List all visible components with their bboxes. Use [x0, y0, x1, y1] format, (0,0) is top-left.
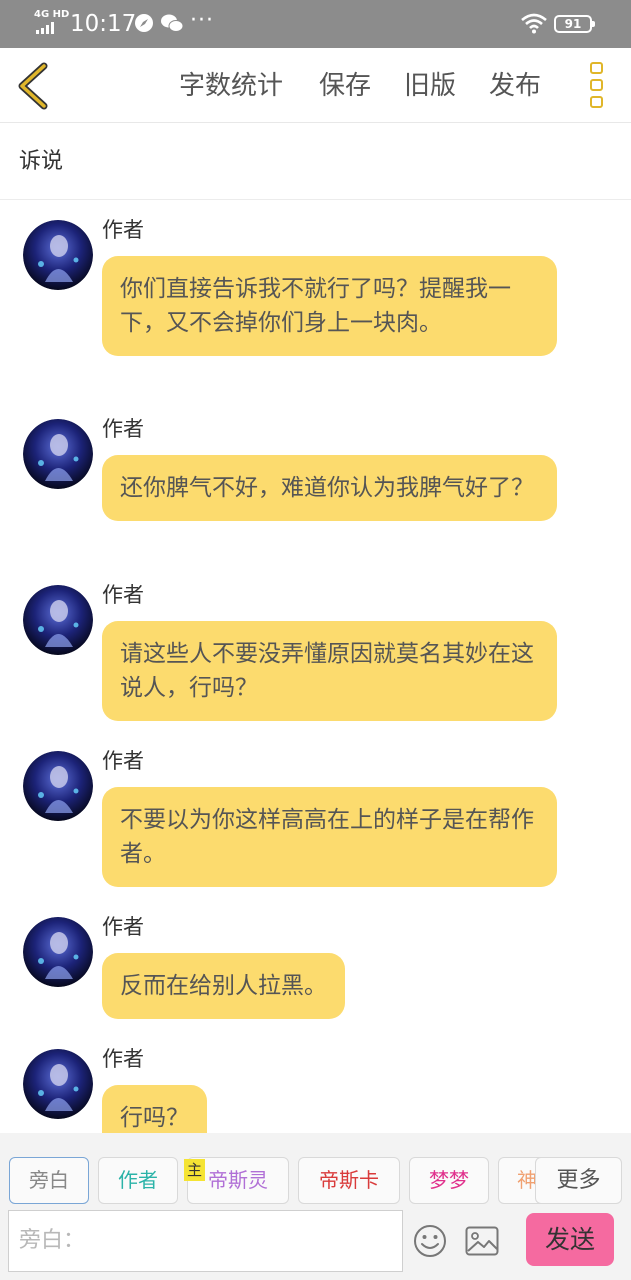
- message-input[interactable]: 旁白：: [8, 1210, 403, 1272]
- avatar[interactable]: [23, 419, 93, 489]
- avatar[interactable]: [23, 917, 93, 987]
- emoji-icon[interactable]: [413, 1224, 447, 1258]
- message-bubble[interactable]: 反而在给别人拉黑。: [102, 953, 345, 1019]
- compass-icon: [135, 14, 153, 32]
- signal-icon: [36, 22, 54, 34]
- chapter-title: 诉说: [19, 149, 64, 174]
- sender-name: 作者: [102, 1047, 144, 1071]
- avatar[interactable]: [23, 220, 93, 290]
- sender-name: 作者: [102, 915, 144, 939]
- role-chip-label: 旁白: [29, 1168, 69, 1192]
- wechat-icon: [161, 14, 184, 32]
- avatar[interactable]: [23, 585, 93, 655]
- publish-button[interactable]: 发布: [489, 68, 541, 104]
- role-chip-author[interactable]: 作者: [98, 1157, 178, 1204]
- message-bubble[interactable]: 不要以为你这样高高在上的样子是在帮作者。: [102, 787, 557, 887]
- role-chip-label: 神: [517, 1168, 537, 1192]
- chat-list[interactable]: 作者 你们直接告诉我不就行了吗？提醒我一下，又不会掉你们身上一块肉。 作者 还你…: [0, 200, 631, 1133]
- send-button[interactable]: 发送: [526, 1213, 614, 1266]
- more-roles-button[interactable]: 更多: [535, 1157, 622, 1204]
- avatar[interactable]: [23, 751, 93, 821]
- message-bubble[interactable]: 行吗？: [102, 1085, 207, 1133]
- role-chip-label: 帝斯灵: [208, 1168, 268, 1192]
- save-button[interactable]: 保存: [319, 68, 371, 104]
- network-indicator: 4G HD: [34, 9, 70, 20]
- old-version-button[interactable]: 旧版: [404, 68, 456, 104]
- sender-name: 作者: [102, 417, 144, 441]
- clock: 10:17: [70, 11, 137, 37]
- role-chip-label: 作者: [118, 1168, 158, 1192]
- back-arrow-icon[interactable]: [10, 58, 60, 113]
- status-bar: 4G HD 10:17 ··· 91: [0, 0, 631, 48]
- message-bubble[interactable]: 请这些人不要没弄懂原因就莫名其妙在这说人，行吗？: [102, 621, 557, 721]
- toolbar: 字数统计 保存 旧版 发布: [0, 48, 631, 123]
- battery-icon: 91: [554, 15, 595, 33]
- sender-name: 作者: [102, 583, 144, 607]
- chapter-title-row[interactable]: 诉说: [0, 123, 631, 200]
- role-chip-mengmeng[interactable]: 梦梦: [409, 1157, 489, 1204]
- more-notifications-icon: ···: [190, 8, 214, 33]
- word-count-button[interactable]: 字数统计: [179, 68, 283, 104]
- main-role-badge: 主: [184, 1159, 205, 1181]
- role-chip-disika[interactable]: 帝斯卡: [298, 1157, 400, 1204]
- role-chip-label: 帝斯卡: [319, 1168, 379, 1192]
- input-placeholder: 旁白：: [19, 1228, 86, 1253]
- avatar[interactable]: [23, 1049, 93, 1119]
- message-bubble[interactable]: 你们直接告诉我不就行了吗？提醒我一下，又不会掉你们身上一块肉。: [102, 256, 557, 356]
- sender-name: 作者: [102, 218, 144, 242]
- message-bubble[interactable]: 还你脾气不好，难道你认为我脾气好了？: [102, 455, 557, 521]
- image-icon[interactable]: [465, 1226, 499, 1256]
- role-chip-label: 梦梦: [429, 1168, 469, 1192]
- sender-name: 作者: [102, 749, 144, 773]
- more-menu-icon[interactable]: [582, 60, 612, 112]
- role-chip-narrator[interactable]: 旁白: [9, 1157, 89, 1204]
- wifi-icon: [521, 13, 547, 34]
